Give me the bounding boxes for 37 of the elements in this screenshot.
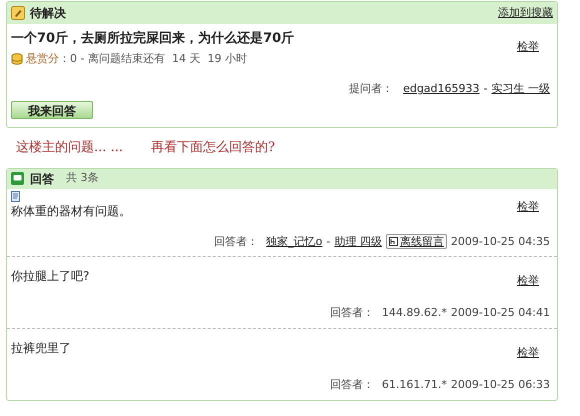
rank-link[interactable]: 实习生 一级 [492,81,550,98]
speech-bubble-icon [11,172,24,185]
message-button[interactable]: 离线留言 [386,234,447,250]
annotation-text: 再看下面怎么回答的? [150,138,275,157]
answer-text: 拉裤兜里了 [11,340,71,356]
separator-text: - [484,81,488,97]
answerer-ip: 61.161.71.* [382,377,447,393]
answer-text: 你拉腿上了吧? [11,268,90,284]
answerer-label: 回答者： [330,305,374,321]
answer-time: 2009-10-25 04:41 [450,305,550,321]
document-icon [11,190,20,202]
favorite-link[interactable]: 添加到搜藏 [498,4,553,22]
answerer-ip: 144.89.62.* [382,305,447,321]
rank-link[interactable]: 助理 四级 [334,234,382,250]
separator-text: - [326,234,330,250]
answer-text: 称体重的器材有问题。 [11,202,131,220]
answer-time: 2009-10-25 06:33 [450,377,550,393]
answer-button[interactable]: 我来回答 [11,100,93,118]
report-link[interactable]: 检举 [517,198,539,215]
pencil-note-icon [11,6,25,20]
report-link[interactable]: 检举 [517,272,539,289]
report-link[interactable]: 检举 [517,344,539,361]
answerer-label: 回答者： [330,377,374,393]
answer-count: 共 3条 [66,170,98,186]
answer-time: 2009-10-25 04:35 [450,234,550,250]
asker-label: 提问者： [349,81,394,97]
annotation-text: 这楼主的问题... ... [16,138,123,157]
question-title: 一个70斤，去厕所拉完屎回来，为什么还是70斤 [11,30,294,48]
coin-stack-icon [11,52,23,65]
answerer-label: 回答者： [214,234,258,250]
status-title: 待解决 [30,5,66,22]
asker-link[interactable]: edgad165933 [403,81,480,98]
answerer-link[interactable]: 独家_记忆o [266,234,322,250]
reward-info: 悬赏分：0 - 离问题结束还有 14 天 19 小时 [26,50,247,66]
answers-title: 回答 [30,170,54,188]
report-link[interactable]: 检举 [517,39,539,56]
square-glyph-icon [388,237,398,246]
